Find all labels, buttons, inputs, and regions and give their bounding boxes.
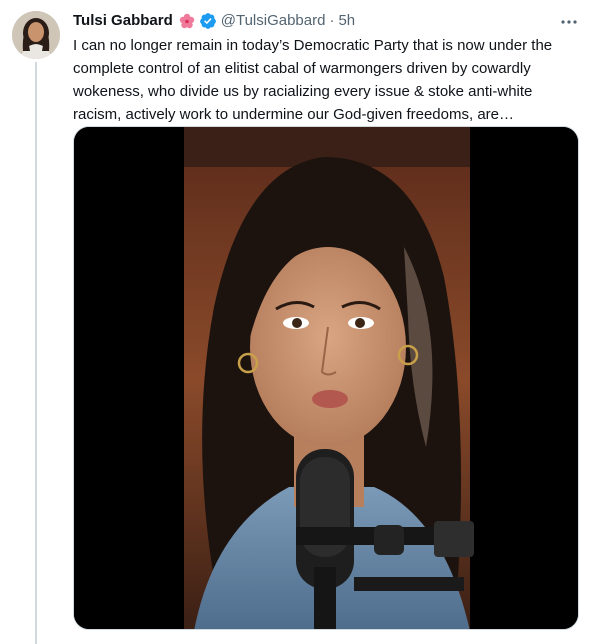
thread-line	[35, 62, 37, 644]
verified-badge-icon	[199, 12, 217, 30]
video-player[interactable]	[73, 126, 579, 630]
more-options-icon	[560, 11, 578, 31]
tweet[interactable]: Tulsi Gabbard @TulsiGabbard · 5h I can n…	[0, 0, 591, 644]
tweet-text: I can no longer remain in today’s Democr…	[73, 37, 553, 123]
hibiscus-flower-icon	[179, 13, 195, 29]
tweet-header: Tulsi Gabbard @TulsiGabbard · 5h	[73, 10, 581, 32]
separator-dot: ·	[329, 12, 335, 29]
more-options-button[interactable]	[557, 10, 581, 32]
video-still-image	[74, 127, 578, 629]
user-handle[interactable]: @TulsiGabbard	[221, 11, 326, 31]
display-name[interactable]: Tulsi Gabbard	[73, 11, 173, 31]
timestamp[interactable]: 5h	[338, 11, 355, 31]
avatar[interactable]	[12, 11, 60, 59]
